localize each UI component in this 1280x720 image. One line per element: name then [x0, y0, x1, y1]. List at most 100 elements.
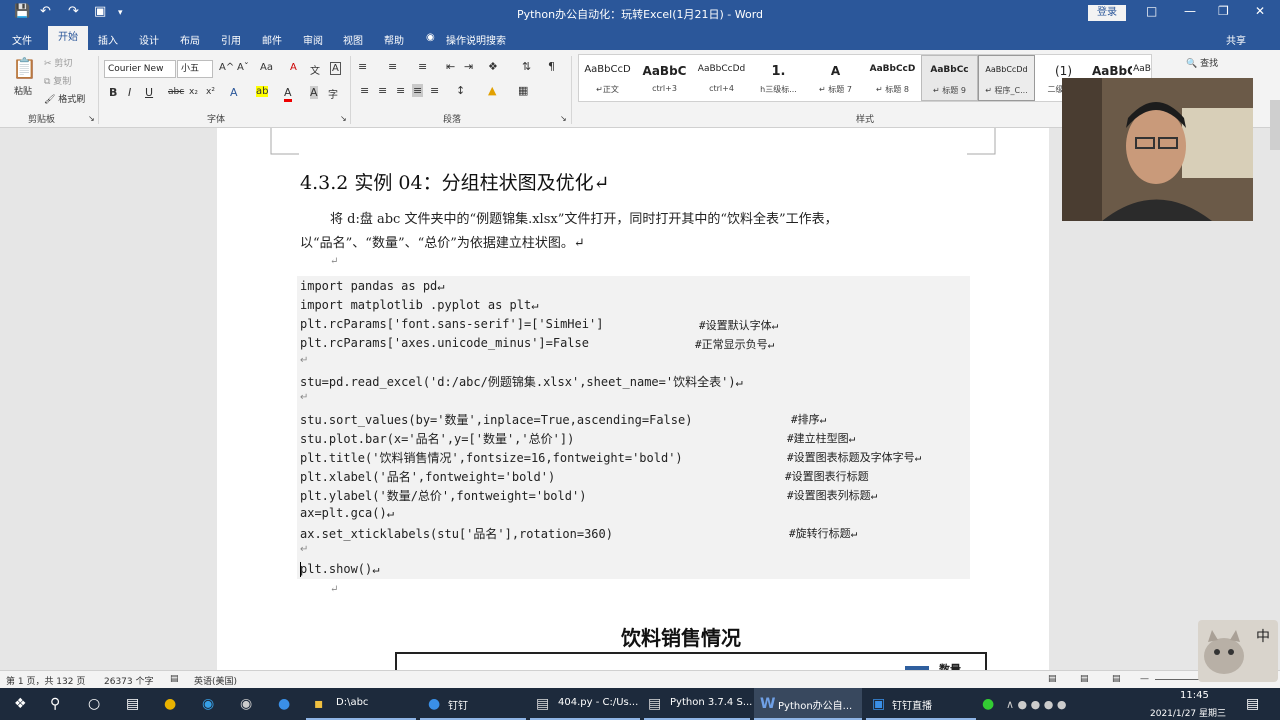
- read-mode-icon[interactable]: ▤: [1048, 674, 1057, 684]
- print-layout-icon[interactable]: ▤: [1080, 674, 1089, 684]
- task-view-icon[interactable]: ▤: [126, 696, 139, 712]
- enclose-char-icon[interactable]: 字: [328, 86, 338, 101]
- underline-button[interactable]: U: [145, 86, 153, 99]
- shrink-font-icon[interactable]: Aˇ: [237, 62, 249, 73]
- find-button[interactable]: 🔍 查找: [1186, 56, 1218, 69]
- font-launcher-icon[interactable]: ↘: [340, 114, 347, 123]
- clock-time[interactable]: 11:45: [1180, 690, 1209, 701]
- taskbar-item[interactable]: ● 钉钉: [420, 688, 526, 720]
- style-heading7[interactable]: A ↵ 标题 7: [807, 55, 864, 101]
- grow-font-icon[interactable]: A^: [219, 62, 234, 73]
- paste-button[interactable]: 粘贴: [14, 84, 32, 97]
- tab-help[interactable]: 帮助: [384, 32, 404, 47]
- tab-design[interactable]: 设计: [139, 32, 159, 47]
- ribbon-display-icon[interactable]: □: [1146, 4, 1157, 18]
- tab-references[interactable]: 引用: [221, 32, 241, 47]
- style-normal[interactable]: AaBbCcD ↵正文: [579, 55, 636, 101]
- format-painter-button[interactable]: 🖌 格式刷: [44, 92, 85, 105]
- close-icon[interactable]: ✕: [1255, 4, 1265, 18]
- bold-button[interactable]: B: [109, 86, 117, 99]
- decrease-indent-icon[interactable]: ⇤: [446, 60, 455, 73]
- bullets-icon[interactable]: ≡: [358, 60, 367, 73]
- notifications-icon[interactable]: ▤: [1246, 696, 1259, 712]
- sort-icon[interactable]: ⇅: [522, 60, 531, 73]
- chrome-icon[interactable]: ●: [164, 696, 176, 712]
- style-ctrl4[interactable]: AaBbCcDd ctrl+4: [693, 55, 750, 101]
- ime-widget[interactable]: 中: [1198, 620, 1278, 682]
- style-heading9[interactable]: AaBbCc ↵ 标题 9: [921, 55, 978, 101]
- style-ctrl3[interactable]: AaBbC ctrl+3: [636, 55, 693, 101]
- tell-me-search[interactable]: 操作说明搜索: [446, 32, 506, 47]
- zoom-out-icon[interactable]: —: [1140, 674, 1149, 684]
- app-icon[interactable]: ●: [278, 696, 290, 712]
- page-count[interactable]: 第 1 页，共 132 页: [6, 674, 85, 687]
- language[interactable]: 英语(美国): [194, 674, 237, 687]
- edge-icon[interactable]: ◉: [202, 696, 214, 712]
- cut-button[interactable]: ✂ 剪切: [44, 56, 72, 69]
- phonetic-guide-icon[interactable]: 文: [310, 62, 320, 77]
- paragraph-launcher-icon[interactable]: ↘: [560, 114, 567, 123]
- align-left-icon[interactable]: ≡: [360, 84, 369, 97]
- taskbar-item-active[interactable]: W Python办公自...: [754, 688, 862, 720]
- taskbar-item[interactable]: ▤ Python 3.7.4 S...: [644, 688, 752, 720]
- char-border-icon[interactable]: A: [330, 62, 341, 75]
- line-spacing-icon[interactable]: ↕: [456, 84, 465, 97]
- tab-home[interactable]: 开始: [48, 26, 88, 50]
- tab-view[interactable]: 视图: [343, 32, 363, 47]
- clipboard-launcher-icon[interactable]: ↘: [88, 114, 95, 123]
- chart-frame[interactable]: 数量: [395, 652, 987, 670]
- increase-indent-icon[interactable]: ⇥: [464, 60, 473, 73]
- minimize-icon[interactable]: —: [1184, 4, 1196, 18]
- login-button[interactable]: 登录: [1088, 5, 1126, 21]
- chinese-layout-icon[interactable]: ❖: [488, 60, 498, 73]
- align-right-icon[interactable]: ≡: [396, 84, 405, 97]
- app-icon[interactable]: ◉: [240, 696, 252, 712]
- tab-layout[interactable]: 布局: [180, 32, 200, 47]
- numbering-icon[interactable]: ≡: [388, 60, 397, 73]
- ime-mode[interactable]: 中: [1256, 626, 1270, 646]
- char-shading-icon[interactable]: A: [310, 86, 318, 99]
- subscript-button[interactable]: x₂: [189, 87, 198, 97]
- superscript-button[interactable]: x²: [206, 87, 215, 97]
- font-name-select[interactable]: Courier New: [104, 60, 176, 78]
- tray-app-icon[interactable]: ●: [982, 696, 994, 712]
- taskbar-item[interactable]: ▤ 404.py - C:/Us...: [530, 688, 640, 720]
- align-center-icon[interactable]: ≡: [378, 84, 387, 97]
- tab-insert[interactable]: 插入: [98, 32, 118, 47]
- show-marks-icon[interactable]: ¶: [548, 60, 555, 73]
- tab-file[interactable]: 文件: [12, 32, 32, 47]
- justify-icon[interactable]: ≡: [412, 84, 424, 97]
- clear-format-icon[interactable]: A: [290, 62, 297, 73]
- proofing-icon[interactable]: ▤: [170, 674, 179, 684]
- windows-start-icon[interactable]: ❖: [14, 696, 27, 712]
- shading-icon[interactable]: ▲: [488, 84, 496, 97]
- clock-date[interactable]: 2021/1/27 星期三: [1150, 706, 1226, 719]
- tray-icons[interactable]: ∧ ● ● ● ●: [1006, 698, 1066, 711]
- style-heading8[interactable]: AaBbCcD ↵ 标题 8: [864, 55, 921, 101]
- strikethrough-button[interactable]: abc: [168, 87, 184, 97]
- highlight-icon[interactable]: ab: [256, 86, 269, 97]
- share-button[interactable]: 共享: [1226, 32, 1246, 47]
- tab-review[interactable]: 审阅: [303, 32, 323, 47]
- tab-mailings[interactable]: 邮件: [262, 32, 282, 47]
- maximize-icon[interactable]: ❐: [1218, 4, 1229, 18]
- style-program-c[interactable]: AaBbCcDd ↵ 程序_C...: [978, 55, 1035, 101]
- italic-button[interactable]: I: [128, 86, 131, 99]
- taskbar-item[interactable]: ▣ 钉钉直播: [866, 688, 976, 720]
- font-size-select[interactable]: 小五: [177, 60, 213, 78]
- font-color-icon[interactable]: A: [284, 86, 292, 102]
- taskbar-item[interactable]: ▪ D:\abc: [306, 688, 416, 720]
- style-h3[interactable]: 1. h三级标...: [750, 55, 807, 101]
- document-page[interactable]: 4.3.2 实例 04：分组柱状图及优化↵ 将 d:盘 abc 文件夹中的“例题…: [217, 128, 1049, 670]
- change-case-icon[interactable]: Aa: [260, 62, 273, 73]
- copy-button[interactable]: ⧉ 复制: [44, 74, 71, 87]
- word-count[interactable]: 26373 个字: [104, 674, 154, 687]
- distributed-icon[interactable]: ≡: [430, 84, 439, 97]
- cortana-icon[interactable]: ○: [88, 696, 100, 712]
- search-icon[interactable]: ⚲: [50, 696, 60, 712]
- paste-icon[interactable]: 📋: [12, 56, 37, 80]
- text-effects-icon[interactable]: A: [230, 86, 238, 99]
- borders-icon[interactable]: ▦: [518, 84, 528, 97]
- web-layout-icon[interactable]: ▤: [1112, 674, 1121, 684]
- vertical-scrollbar[interactable]: [1270, 100, 1280, 150]
